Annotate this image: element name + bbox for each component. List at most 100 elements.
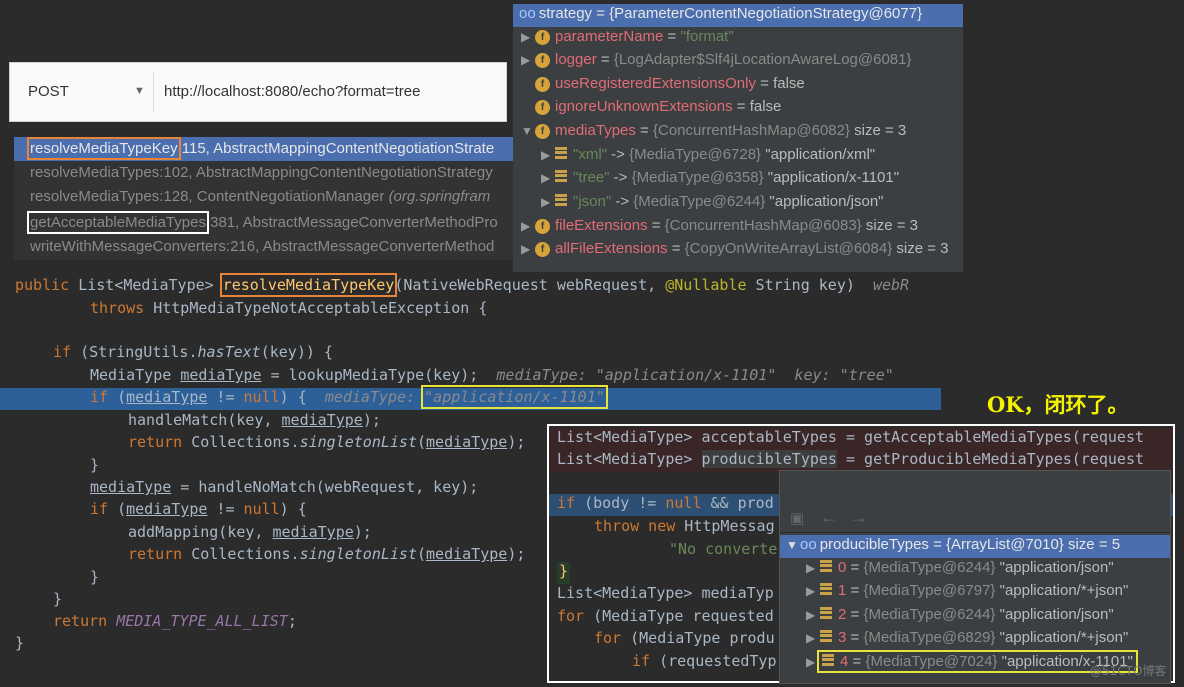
keyword: null (665, 494, 702, 512)
expand-arrow-icon[interactable]: ▶ (521, 219, 535, 233)
expand-arrow-icon[interactable]: ▶ (806, 655, 820, 669)
variables-tree: oo strategy = {ParameterContentNegotiatio… (513, 4, 963, 272)
entry-key: "json" (573, 193, 612, 210)
field-icon: f (535, 100, 550, 115)
expand-arrow-icon[interactable]: ▶ (521, 242, 535, 256)
code-text: (NativeWebRequest webRequest, (394, 276, 666, 294)
var-name: useRegisteredExtensionsOnly (555, 75, 756, 92)
expand-arrow-icon[interactable]: ▶ (806, 561, 820, 575)
expand-arrow-icon[interactable]: ▶ (806, 631, 820, 645)
keyword: if (90, 500, 109, 518)
variable: mediaType (90, 478, 172, 496)
map-entry-tree[interactable]: ▶ "tree" -> {MediaType@6358} "application… (541, 169, 899, 192)
keyword: throws (90, 299, 145, 317)
var-value: "format" (680, 28, 734, 45)
popup-item-2[interactable]: ▶ 2 = {MediaType@6244} "application/json" (806, 606, 1114, 629)
code-text: List<MediaType> acceptableTypes = getAcc… (557, 428, 1144, 446)
item-value: "application/*+json" (995, 582, 1129, 599)
inspect-popup[interactable]: ▣ ← → ▼ oo producibleTypes = {ArrayList@70… (779, 470, 1171, 684)
expand-arrow-icon[interactable]: ▶ (541, 195, 555, 209)
expand-arrow-icon[interactable]: ▶ (541, 148, 555, 162)
map-entry-icon (555, 147, 567, 159)
entry-arrow: -> (606, 146, 630, 163)
list-item-icon (820, 607, 832, 619)
expand-arrow-icon[interactable]: ▶ (806, 584, 820, 598)
code-text: != (207, 388, 244, 406)
code-text: ( (108, 388, 127, 406)
code-text: ); (353, 523, 372, 541)
code-text: Collections. (182, 545, 300, 563)
keyword: if (557, 494, 576, 512)
frame-resolve-media-types-manager[interactable]: resolveMediaTypes:128, ContentNegotiatio… (14, 185, 514, 209)
expand-arrow-icon[interactable]: ▶ (806, 608, 820, 622)
p2-line-5: "No converte (669, 540, 777, 562)
field-icon: f (535, 53, 550, 68)
entry-value: "application/x-1101" (763, 169, 900, 186)
var-field-file-extensions[interactable]: ▶ f fileExtensions = {ConcurrentHashMap@60… (521, 217, 918, 240)
frame-package: (org.springfram (388, 188, 491, 205)
frame-get-acceptable-media-types[interactable]: getAcceptableMediaTypes:381, AbstractMes… (14, 211, 514, 235)
http-method-select[interactable]: POST ▼ (16, 71, 154, 113)
code-text: HttpMessag (675, 517, 775, 535)
inline-hint: mediaType: (324, 388, 425, 406)
code-text: = lookupMediaType(key); (261, 366, 497, 384)
var-name: logger (555, 51, 597, 68)
var-field-all-file-extensions[interactable]: ▶ f allFileExtensions = {CopyOnWriteArrayL… (521, 240, 949, 263)
url-input[interactable]: http://localhost:8080/echo?format=tree (164, 83, 420, 100)
var-name: strategy (538, 5, 593, 22)
code-text: (MediaType produ (621, 629, 775, 647)
code-text: (StringUtils. (71, 343, 198, 361)
expand-arrow-icon[interactable]: ▶ (521, 30, 535, 44)
popup-item-4[interactable]: ▶ 4 = {MediaType@7024} "application/x-110… (806, 650, 1138, 676)
popup-root-producible-types[interactable]: ▼ oo producibleTypes = {ArrayList@7010} si… (780, 535, 1170, 558)
var-name: parameterName (555, 28, 664, 45)
frame-method-name: resolveMediaTypes (30, 164, 160, 181)
var-field-parameter-name[interactable]: ▶ f parameterName = "format" (521, 28, 734, 51)
entry-key: "tree" (573, 169, 610, 186)
var-size: size = 3 (892, 240, 949, 257)
item-index: 0 (838, 559, 847, 576)
map-entry-xml[interactable]: ▶ "xml" -> {MediaType@6728} "application/… (541, 146, 875, 169)
forward-arrow-icon[interactable]: → (850, 507, 868, 528)
back-arrow-icon[interactable]: ← (820, 507, 838, 528)
var-eq: = (755, 75, 774, 92)
code-text: List<MediaType> (557, 450, 702, 468)
var-value: {CopyOnWriteArrayList@6084} (684, 240, 893, 257)
popup-item-3[interactable]: ▶ 3 = {MediaType@6829} "application/*+jso… (806, 629, 1128, 652)
code-text: ) { (279, 500, 307, 518)
highlighted-item: 4 = {MediaType@7024} "application/x-1101… (817, 650, 1138, 673)
collapse-arrow-icon[interactable]: ▼ (521, 124, 535, 138)
code-text: (MediaType requested (584, 607, 774, 625)
frame-resolve-media-type-key[interactable]: resolveMediaTypeKey:115, AbstractMapping… (14, 137, 514, 161)
var-field-ignore-unknown[interactable]: f ignoreUnknownExtensions = false (535, 98, 781, 121)
code-text: List<MediaType> mediaTyp (557, 584, 774, 602)
code-line-3: if (StringUtils.hasText(key)) { (0, 343, 941, 365)
annotation: @Nullable (665, 276, 747, 294)
frame-resolve-media-types[interactable]: resolveMediaTypes:102, AbstractMappingCo… (14, 161, 514, 185)
collapse-arrow-icon[interactable]: ▼ (786, 538, 800, 552)
field-icon: f (535, 242, 550, 257)
code-text: ) { (279, 388, 325, 406)
code-text: = getProducibleMediaTypes(request (836, 450, 1145, 468)
map-entry-json[interactable]: ▶ "json" -> {MediaType@6244} "application… (541, 193, 884, 216)
frame-write-with-message-converters[interactable]: writeWithMessageConverters:216, Abstract… (14, 235, 514, 259)
popup-item-1[interactable]: ▶ 1 = {MediaType@6797} "application/*+jso… (806, 582, 1128, 605)
var-field-use-registered[interactable]: f useRegisteredExtensionsOnly = false (535, 75, 805, 98)
static-call: singletonList (299, 433, 417, 451)
expand-arrow-icon[interactable]: ▶ (541, 171, 555, 185)
popup-item-0[interactable]: ▶ 0 = {MediaType@6244} "application/json" (806, 559, 1114, 582)
item-value: "application/json" (995, 606, 1114, 623)
var-value: = {ParameterContentNegotiationStrategy@6… (596, 5, 923, 22)
frame-location: :128, ContentNegotiationManager (159, 188, 389, 205)
code-text: ; (287, 612, 297, 630)
code-text: (key)) { (260, 343, 333, 361)
frame-method-name: resolveMediaTypes (30, 188, 160, 205)
method-name: resolveMediaTypeKey (219, 273, 398, 297)
entry-key: "xml" (573, 146, 607, 163)
folder-icon[interactable]: ▣ (790, 509, 804, 527)
var-field-media-types[interactable]: ▼ f mediaTypes = {ConcurrentHashMap@6082} … (521, 122, 906, 145)
var-field-logger[interactable]: ▶ f logger = {LogAdapter$Slf4jLocationAwar… (521, 51, 912, 74)
expand-arrow-icon[interactable]: ▶ (521, 53, 535, 67)
entry-arrow: -> (611, 193, 634, 210)
var-root-strategy[interactable]: oo strategy = {ParameterContentNegotiatio… (513, 4, 963, 27)
